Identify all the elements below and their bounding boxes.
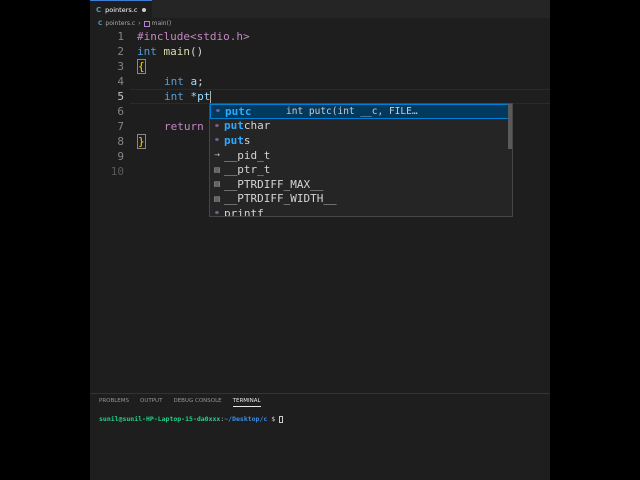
breadcrumb-file[interactable]: pointers.c <box>105 20 135 27</box>
symbol-cube-icon <box>143 20 150 27</box>
line-number: 7 <box>117 120 124 133</box>
suggestion-item[interactable]: ▤ __PTRDIFF_MAX__ <box>210 177 512 192</box>
punct-token: () <box>190 45 204 58</box>
tab-problems[interactable]: PROBLEMS <box>99 398 129 407</box>
suggestion-item[interactable]: ⚭ puts <box>210 133 512 148</box>
keyword-token: int <box>164 75 184 88</box>
code-line: 3 { <box>90 59 550 74</box>
suggestion-label: puts <box>224 133 251 147</box>
code-text: return <box>164 120 204 133</box>
code-text: { <box>137 59 146 74</box>
field-icon: ▤ <box>213 180 221 189</box>
suggestion-label: __PTRDIFF_MAX__ <box>224 177 324 191</box>
line-number: 10 <box>110 165 124 178</box>
autocomplete-popup[interactable]: ⚭ putc int putc(int __c, FILE… ⚭ putchar… <box>209 103 513 217</box>
breadcrumb-separator: › <box>138 20 141 27</box>
line-number: 5 <box>117 90 124 103</box>
code-text: int main() <box>137 44 203 59</box>
suggestion-detail: int putc(int __c, FILE… <box>286 105 418 117</box>
code-text: int a; <box>164 74 204 89</box>
line-number: 6 <box>117 105 124 118</box>
breadcrumb: C pointers.c › main() <box>98 18 171 29</box>
tab-pointers-c[interactable]: C pointers.c <box>90 0 152 18</box>
line-number: 4 <box>117 75 124 88</box>
variable-token: *pt <box>190 90 211 103</box>
typedef-icon: → <box>214 151 220 160</box>
code-line: 2 int main() <box>90 44 550 59</box>
line-number: 2 <box>117 45 124 58</box>
suggestion-item[interactable]: ⚭ putc int putc(int __c, FILE… <box>210 104 512 119</box>
terminal-cursor <box>279 415 284 423</box>
suggestion-label: printf <box>224 206 264 217</box>
cube-icon: ⚭ <box>214 209 220 217</box>
code-text: #include<stdio.h> <box>137 30 250 43</box>
code-line-active: 5 int *pt <box>90 89 550 104</box>
suggestion-label: __PTRDIFF_WIDTH__ <box>224 192 337 206</box>
line-number: 9 <box>117 150 124 163</box>
field-icon: ▤ <box>213 165 221 174</box>
terminal-prompt: $ <box>267 415 280 423</box>
tab-terminal[interactable]: TERMINAL <box>232 398 261 407</box>
cube-icon: ⚭ <box>214 136 220 145</box>
terminal-output[interactable]: sunil@sunil-HP-Laptop-15-da0xxx:~/Deskto… <box>99 415 284 423</box>
tab-output[interactable]: OUTPUT <box>140 398 162 407</box>
cube-icon: ⚭ <box>214 121 220 130</box>
keyword-token: int <box>137 45 157 58</box>
bottom-panel: PROBLEMS OUTPUT DEBUG CONSOLE TERMINAL s… <box>90 393 550 480</box>
cube-icon: ⚭ <box>215 107 221 116</box>
suggestion-label: __pid_t <box>224 148 271 162</box>
line-number: 8 <box>117 135 124 148</box>
suggest-scrollbar[interactable] <box>508 104 512 149</box>
punct-token: ; <box>197 75 204 88</box>
breadcrumb-symbol[interactable]: main() <box>152 20 172 27</box>
suggestion-item[interactable]: → __pid_t <box>210 148 512 163</box>
tab-bar: C pointers.c <box>90 0 550 18</box>
editor-window: C pointers.c C pointers.c › main() 1 #in… <box>90 0 550 480</box>
suggestion-item[interactable]: ⚭ putchar <box>210 119 512 134</box>
text-cursor <box>210 91 212 103</box>
suggestion-item[interactable]: ▤ __ptr_t <box>210 162 512 177</box>
c-file-icon: C <box>96 5 102 14</box>
terminal-user: sunil@sunil-HP-Laptop-15-da0xxx <box>99 415 221 423</box>
brace-token: { <box>137 59 146 74</box>
unsaved-dot-icon[interactable] <box>142 7 147 12</box>
suggestion-label: putc <box>225 104 252 118</box>
line-number: 3 <box>117 60 124 73</box>
terminal-path: ~/Desktop/c <box>224 415 268 423</box>
panel-tabs: PROBLEMS OUTPUT DEBUG CONSOLE TERMINAL <box>99 398 272 407</box>
suggestion-label: putchar <box>224 119 271 133</box>
tab-label: pointers.c <box>105 5 138 14</box>
code-text: int *pt <box>164 89 212 104</box>
brace-token: } <box>137 134 146 149</box>
suggestion-label: __ptr_t <box>224 163 271 177</box>
suggestion-item[interactable]: ▤ __PTRDIFF_WIDTH__ <box>210 192 512 207</box>
line-number: 1 <box>117 30 124 43</box>
tab-debug-console[interactable]: DEBUG CONSOLE <box>173 398 221 407</box>
suggestion-item[interactable]: ⚭ printf <box>210 206 512 217</box>
function-token: main <box>163 45 191 58</box>
c-file-icon: C <box>98 20 103 27</box>
field-icon: ▤ <box>213 194 221 203</box>
code-text: } <box>137 134 146 149</box>
code-line: 4 int a; <box>90 74 550 89</box>
code-line: 1 #include<stdio.h> <box>90 29 550 44</box>
keyword-token: int <box>164 90 184 103</box>
